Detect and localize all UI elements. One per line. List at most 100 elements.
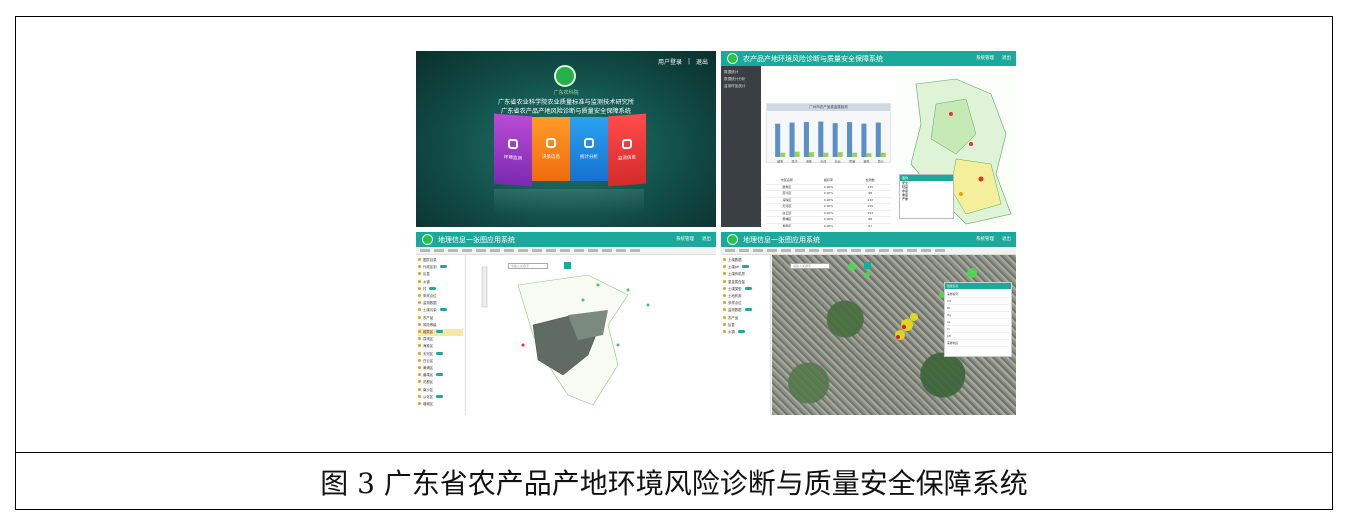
toolbar-item[interactable] [795, 249, 805, 252]
tree-node[interactable]: 花都区 [418, 379, 463, 386]
login-link[interactable]: 用户登录 [658, 57, 682, 66]
toolbar-item[interactable] [921, 249, 931, 252]
layer-toggle[interactable] [744, 308, 752, 312]
toolbar-item[interactable] [574, 249, 584, 252]
bar[interactable] [852, 152, 858, 157]
bar[interactable] [775, 123, 781, 157]
bar[interactable] [803, 122, 809, 157]
layer-toggle[interactable] [436, 373, 444, 377]
toolbar-item[interactable] [420, 249, 430, 252]
bar[interactable] [875, 122, 881, 157]
tile-decision[interactable]: 决策信息 [532, 117, 570, 181]
admin-link[interactable]: 系统管理 [976, 236, 994, 242]
layer-toggle[interactable] [744, 286, 752, 290]
toolbar-item[interactable] [448, 249, 458, 252]
tree-node[interactable]: 监测数据 [418, 300, 463, 307]
bar[interactable] [861, 123, 867, 157]
toolbar-item[interactable] [851, 249, 861, 252]
tree-node[interactable]: 南沙区 [418, 387, 463, 394]
tree-node[interactable]: 采样点位 [418, 293, 463, 300]
tree-node[interactable]: 图层目录 [418, 257, 463, 264]
tile-environment[interactable]: 环境监测 [494, 113, 532, 187]
tree-node[interactable]: 荔湾区 [418, 336, 463, 343]
tree-node[interactable]: 行政区划 [418, 264, 463, 271]
bar[interactable] [866, 153, 872, 157]
toolbar-item[interactable] [781, 249, 791, 252]
bar[interactable] [808, 152, 814, 157]
layer-toggle[interactable] [436, 394, 444, 398]
tree-node[interactable]: 番禺区 [418, 372, 463, 379]
toolbar-item[interactable] [616, 249, 626, 252]
toolbar-item[interactable] [602, 249, 612, 252]
bar[interactable] [823, 152, 829, 157]
toolbar-item[interactable] [809, 249, 819, 252]
tree-node[interactable]: 乡镇 [418, 279, 463, 286]
sidebar-item[interactable]: 监测样品统计 [724, 83, 758, 90]
toolbar-item[interactable] [462, 249, 472, 252]
toolbar-item[interactable] [907, 249, 917, 252]
toolbar-item[interactable] [518, 249, 528, 252]
tree-node[interactable]: 从化区 [418, 394, 463, 401]
tree-node[interactable]: 土壤数据 [723, 257, 768, 264]
admin-link[interactable]: 系统管理 [676, 236, 694, 242]
tree-node[interactable]: 白云区 [418, 358, 463, 365]
map-canvas[interactable]: 请输入关键字 [478, 255, 716, 415]
tree-node[interactable]: 区县 [723, 322, 768, 329]
tree-node[interactable]: 采样点位 [723, 300, 768, 307]
toolbar-item[interactable] [753, 249, 763, 252]
toolbar-item[interactable] [630, 249, 640, 252]
toolbar-item[interactable] [490, 249, 500, 252]
toolbar-item[interactable] [725, 249, 735, 252]
toolbar-item[interactable] [476, 249, 486, 252]
toolbar-item[interactable] [879, 249, 889, 252]
tree-node[interactable]: 越秀区 [418, 329, 463, 337]
toolbar-item[interactable] [865, 249, 875, 252]
bar[interactable] [789, 122, 795, 157]
exit-link[interactable]: 退出 [1002, 236, 1011, 242]
toolbar-item[interactable] [837, 249, 847, 252]
layer-toggle[interactable] [436, 330, 444, 334]
tree-node[interactable]: 村 [418, 286, 463, 293]
bar[interactable] [847, 122, 853, 157]
toolbar-item[interactable] [560, 249, 570, 252]
layer-toggle[interactable] [439, 308, 447, 312]
layer-toggle[interactable] [436, 351, 444, 355]
bar[interactable] [832, 123, 838, 157]
tree-node[interactable]: 黄埔区 [418, 365, 463, 372]
toolbar-item[interactable] [588, 249, 598, 252]
toolbar-item[interactable] [546, 249, 556, 252]
tree-node[interactable]: 农产品 [418, 315, 463, 322]
toolbar-item[interactable] [823, 249, 833, 252]
bar[interactable] [794, 151, 800, 157]
toolbar-item[interactable] [893, 249, 903, 252]
bar[interactable] [880, 152, 886, 157]
tree-node[interactable]: 农产品 [723, 315, 768, 322]
tree-node[interactable]: 监测数据 [723, 307, 768, 314]
sidebar-item[interactable]: 数据统计 [724, 69, 758, 76]
tree-node[interactable]: 土壤污染 [418, 307, 463, 314]
logout-link[interactable]: 退出 [696, 57, 708, 66]
tree-node[interactable]: 土地利用 [723, 293, 768, 300]
toolbar-item[interactable] [739, 249, 749, 252]
tree-node[interactable]: 土壤pH [723, 264, 768, 271]
tree-node[interactable]: 增城区 [418, 401, 463, 408]
layer-toggle[interactable] [439, 265, 447, 269]
tile-monitoring[interactable]: 监测信息 [608, 113, 646, 187]
exit-link[interactable]: 退出 [1002, 55, 1011, 61]
tree-node[interactable]: 海珠区 [418, 343, 463, 350]
tree-node[interactable]: 风险等级 [418, 322, 463, 329]
toolbar-item[interactable] [935, 249, 945, 252]
toolbar-item[interactable] [504, 249, 514, 252]
tree-node[interactable]: 乡镇 [723, 329, 768, 336]
layer-toggle[interactable] [742, 265, 750, 269]
tree-node[interactable]: 重金属含量 [723, 279, 768, 286]
toolbar-item[interactable] [532, 249, 542, 252]
tree-node[interactable]: 区县 [418, 271, 463, 278]
toolbar-item[interactable] [767, 249, 777, 252]
sidebar-item[interactable]: 数据统计分析 [724, 76, 758, 83]
layer-toggle[interactable] [429, 286, 437, 290]
tree-node[interactable]: 土壤类型 [723, 286, 768, 293]
tree-node[interactable]: 土壤有机质 [723, 271, 768, 278]
bar[interactable] [837, 152, 843, 157]
bar[interactable] [818, 121, 824, 157]
